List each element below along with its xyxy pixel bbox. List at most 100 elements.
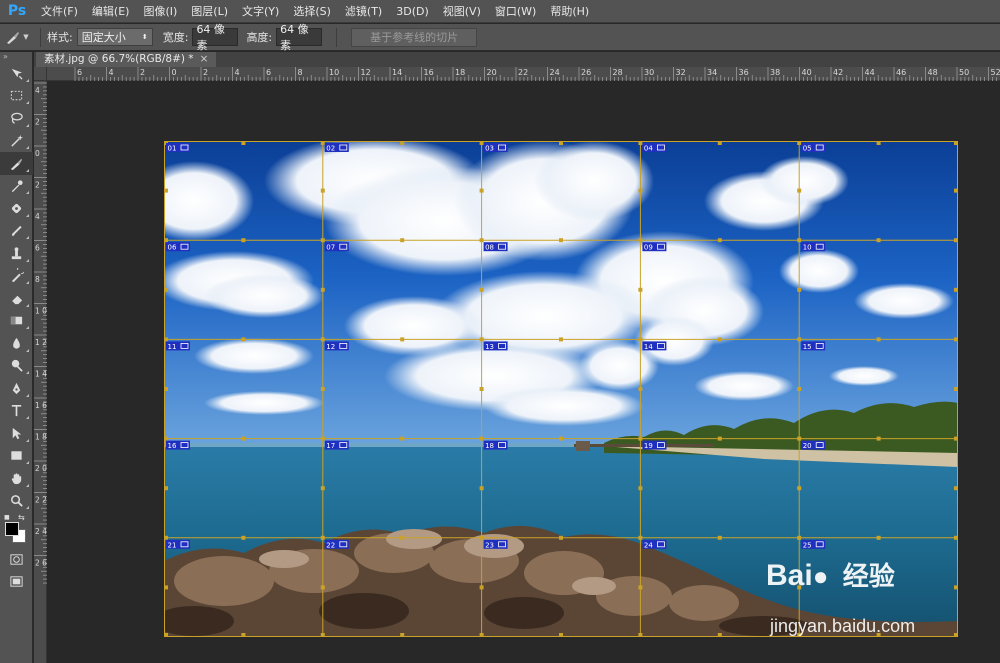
slice-badge[interactable]: 22	[324, 539, 349, 550]
slice-handle[interactable]	[954, 486, 958, 491]
menu-item[interactable]: 滤镜(T)	[338, 0, 389, 23]
slice-handle[interactable]	[638, 633, 643, 637]
slice-handle[interactable]	[954, 238, 958, 243]
magic-wand-tool-button[interactable]	[0, 130, 33, 153]
vertical-ruler[interactable]: 4 2 0 2 4 6 8 1 0 1 2 1 4 1 6 1 8 2 0 2 2 2 4 2 6	[34, 81, 47, 663]
slice-badge[interactable]: 07	[324, 242, 349, 252]
slice-handle[interactable]	[320, 535, 325, 540]
slice-handle[interactable]	[717, 535, 722, 540]
gradient-tool-button[interactable]	[0, 310, 33, 333]
slice-handle[interactable]	[320, 141, 325, 145]
move-tool-button[interactable]	[0, 62, 33, 85]
horizontal-ruler[interactable]: 6 4 2 0 2 4 6 8 10 12 14 16 18 20 22 24 26 28 30 32 34 36 38 40…	[47, 67, 1000, 81]
slice-badge[interactable]: 02	[324, 143, 349, 153]
height-input[interactable]: 64 像素	[276, 23, 323, 52]
slice-handle[interactable]	[320, 436, 325, 441]
slice-handle[interactable]	[241, 337, 246, 342]
slice-handle[interactable]	[241, 535, 246, 540]
slice-handle[interactable]	[876, 238, 881, 243]
slice-handle[interactable]	[400, 337, 405, 342]
slice-handle[interactable]	[954, 141, 958, 145]
spot-healing-tool-button[interactable]	[0, 197, 33, 220]
slice-handle[interactable]	[876, 535, 881, 540]
eraser-tool-button[interactable]	[0, 287, 33, 310]
slice-handle[interactable]	[320, 238, 325, 243]
slice-handle[interactable]	[638, 238, 643, 243]
style-select[interactable]: 固定大小 ⬍	[76, 28, 153, 46]
slices-from-guides-button[interactable]: 基于参考线的切片	[351, 27, 478, 47]
default-colors-icon[interactable]: ■	[4, 514, 12, 521]
slice-handle[interactable]	[638, 535, 643, 540]
panel-collapse-icon[interactable]: »	[0, 52, 32, 62]
quick-mask-button[interactable]	[0, 548, 33, 571]
slice-badge[interactable]: 17	[324, 440, 349, 451]
blur-tool-button[interactable]	[0, 332, 33, 355]
slice-handle[interactable]	[797, 436, 802, 441]
slice-handle[interactable]	[559, 337, 563, 342]
menu-item[interactable]: 帮助(H)	[543, 0, 596, 23]
slice-badge[interactable]: 14	[642, 341, 667, 351]
slice-handle[interactable]	[954, 387, 958, 391]
slice-handle[interactable]	[559, 436, 563, 441]
slice-handle[interactable]	[717, 436, 722, 441]
slice-handle[interactable]	[876, 141, 881, 145]
slice-badge[interactable]: 19	[642, 440, 667, 451]
foreground-color-swatch[interactable]	[5, 522, 19, 536]
menu-item[interactable]: 图层(L)	[184, 0, 235, 23]
slice-handle[interactable]	[479, 141, 484, 145]
slice-handle[interactable]	[479, 585, 484, 590]
slice-handle[interactable]	[954, 287, 958, 292]
slice-badge[interactable]: 08	[483, 242, 508, 252]
menu-item[interactable]: 图像(I)	[136, 0, 184, 23]
slice-handle[interactable]	[400, 141, 405, 145]
slice-handle[interactable]	[400, 436, 405, 441]
slice-handle[interactable]	[241, 436, 246, 441]
slice-handle[interactable]	[320, 337, 325, 342]
slice-handle[interactable]	[164, 238, 168, 243]
slice-handle[interactable]	[164, 486, 168, 491]
slice-handle[interactable]	[559, 535, 563, 540]
slice-handle[interactable]	[797, 188, 802, 193]
eyedropper-tool-button[interactable]	[0, 175, 33, 198]
slice-handle[interactable]	[164, 633, 168, 637]
slice-handle[interactable]	[164, 337, 168, 342]
slice-handle[interactable]	[479, 287, 484, 292]
slice-handle[interactable]	[876, 436, 881, 441]
close-icon[interactable]: ×	[200, 53, 209, 65]
pen-tool-button[interactable]	[0, 377, 33, 400]
slice-handle[interactable]	[717, 337, 722, 342]
slice-handle[interactable]	[638, 287, 643, 292]
clone-stamp-tool-button[interactable]	[0, 242, 33, 265]
slice-handle[interactable]	[241, 238, 246, 243]
slice-badge[interactable]: 01	[166, 143, 190, 153]
slice-handle[interactable]	[797, 387, 802, 391]
slice-handle[interactable]	[954, 535, 958, 540]
slice-handle[interactable]	[320, 188, 325, 193]
menu-item[interactable]: 视图(V)	[436, 0, 488, 23]
slice-handle[interactable]	[797, 535, 802, 540]
rectangle-tool-button[interactable]	[0, 445, 33, 468]
slice-handle[interactable]	[638, 585, 643, 590]
ruler-origin[interactable]	[34, 67, 47, 81]
slice-badge[interactable]: 03	[483, 143, 508, 153]
hand-tool-button[interactable]	[0, 467, 33, 490]
slice-handle[interactable]	[797, 287, 802, 292]
slice-handle[interactable]	[797, 238, 802, 243]
slice-handle[interactable]	[479, 486, 484, 491]
slice-badge[interactable]: 11	[166, 341, 190, 351]
slice-handle[interactable]	[559, 238, 563, 243]
slice-handle[interactable]	[954, 436, 958, 441]
menu-item[interactable]: 文件(F)	[34, 0, 85, 23]
type-tool-button[interactable]	[0, 400, 33, 423]
brush-tool-button[interactable]	[0, 220, 33, 243]
slice-badge[interactable]: 05	[801, 143, 826, 153]
slice-handle[interactable]	[717, 141, 722, 145]
slice-badge[interactable]: 13	[483, 341, 508, 351]
slice-handle[interactable]	[241, 633, 246, 637]
slice-handle[interactable]	[797, 141, 802, 145]
slice-handle[interactable]	[479, 337, 484, 342]
slice-handle[interactable]	[717, 238, 722, 243]
slice-handle[interactable]	[241, 141, 246, 145]
slice-handle[interactable]	[638, 436, 643, 441]
menu-item[interactable]: 窗口(W)	[488, 0, 543, 23]
